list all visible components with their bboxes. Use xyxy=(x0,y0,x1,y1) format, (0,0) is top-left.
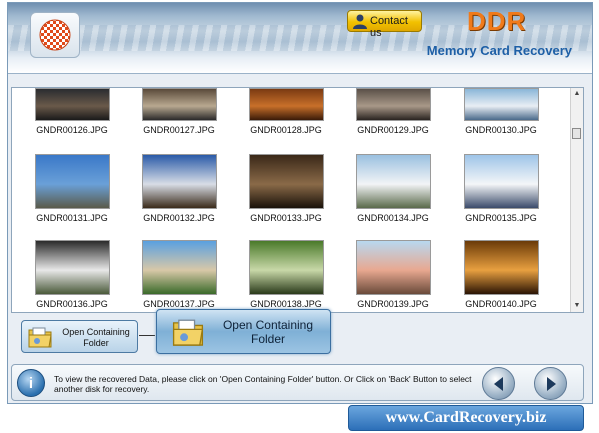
photo-thumbnail[interactable] xyxy=(142,240,217,295)
thumbnail-filename: GNDR00128.JPG xyxy=(250,125,322,135)
thumbnail-filename: GNDR00126.JPG xyxy=(36,125,108,135)
thumbnail-filename: GNDR00130.JPG xyxy=(465,125,537,135)
scroll-down-arrow-icon[interactable]: ▼ xyxy=(572,301,582,311)
scroll-thumb[interactable] xyxy=(572,128,581,139)
photo-thumbnail[interactable] xyxy=(356,154,431,209)
thumbnail-filename: GNDR00134.JPG xyxy=(357,213,429,223)
contact-us-button[interactable]: Contact us xyxy=(347,10,422,39)
thumbnail-filename: GNDR00135.JPG xyxy=(465,213,537,223)
open-folder-large-label: Open Containing Folder xyxy=(211,318,325,346)
photo-thumbnail[interactable] xyxy=(464,88,539,121)
photo-thumbnail[interactable] xyxy=(35,154,110,209)
scroll-up-arrow-icon[interactable]: ▲ xyxy=(572,89,582,99)
status-footer: i To view the recovered Data, please cli… xyxy=(11,364,584,401)
recovered-files-gallery[interactable]: GNDR00126.JPG GNDR00127.JPG GNDR00128.JPG G… xyxy=(11,87,584,313)
photo-thumbnail[interactable] xyxy=(35,88,110,121)
thumbnail-filename: GNDR00136.JPG xyxy=(36,299,108,309)
photo-thumbnail[interactable] xyxy=(464,240,539,295)
folder-icon xyxy=(171,315,205,352)
website-link[interactable]: www.CardRecovery.biz xyxy=(348,405,584,431)
person-icon xyxy=(352,13,368,32)
checker-logo-icon xyxy=(39,19,71,51)
folder-icon xyxy=(27,325,53,351)
thumbnail-filename: GNDR00129.JPG xyxy=(357,125,429,135)
contact-us-label: Contact us xyxy=(370,15,408,39)
photo-thumbnail[interactable] xyxy=(249,240,324,295)
thumbnail-filename: GNDR00132.JPG xyxy=(143,213,215,223)
instruction-message: To view the recovered Data, please click… xyxy=(54,374,472,394)
thumbnail-filename: GNDR00133.JPG xyxy=(250,213,322,223)
photo-thumbnail[interactable] xyxy=(356,88,431,121)
product-title: Memory Card Recovery xyxy=(426,43,572,58)
thumbnail-filename: GNDR00127.JPG xyxy=(143,125,215,135)
open-containing-folder-button[interactable]: Open Containing Folder xyxy=(156,309,331,354)
open-folder-small-label: Open Containing Folder xyxy=(56,327,136,349)
thumbnail-filename: GNDR00138.JPG xyxy=(250,299,322,309)
open-folder-large-line2: Folder xyxy=(250,332,285,346)
thumbnail-filename: GNDR00140.JPG xyxy=(465,299,537,309)
vertical-scrollbar[interactable]: ▲ ▼ xyxy=(570,88,583,312)
open-containing-folder-button-small[interactable]: Open Containing Folder xyxy=(21,320,138,353)
photo-thumbnail[interactable] xyxy=(35,240,110,295)
photo-thumbnail[interactable] xyxy=(356,240,431,295)
divider-line xyxy=(139,335,155,336)
app-logo xyxy=(30,12,80,58)
photo-thumbnail[interactable] xyxy=(249,154,324,209)
next-arrow-icon xyxy=(547,377,556,391)
info-icon: i xyxy=(17,369,45,397)
back-arrow-icon xyxy=(494,377,503,391)
next-button[interactable] xyxy=(534,367,567,400)
photo-thumbnail[interactable] xyxy=(249,88,324,121)
photo-thumbnail[interactable] xyxy=(142,88,217,121)
brand-logo-text: DDR xyxy=(467,6,527,36)
thumbnail-filename: GNDR00137.JPG xyxy=(143,299,215,309)
back-button[interactable] xyxy=(482,367,515,400)
thumbnail-filename: GNDR00131.JPG xyxy=(36,213,108,223)
open-folder-small-line2: Folder xyxy=(83,338,109,348)
open-folder-large-line1: Open Containing xyxy=(222,318,314,332)
open-folder-small-line1: Open Containing xyxy=(62,327,130,337)
header-banner: Contact us DDR Memory Card Recovery xyxy=(8,3,592,74)
photo-thumbnail[interactable] xyxy=(142,154,217,209)
photo-thumbnail[interactable] xyxy=(464,154,539,209)
thumbnail-filename: GNDR00139.JPG xyxy=(357,299,429,309)
